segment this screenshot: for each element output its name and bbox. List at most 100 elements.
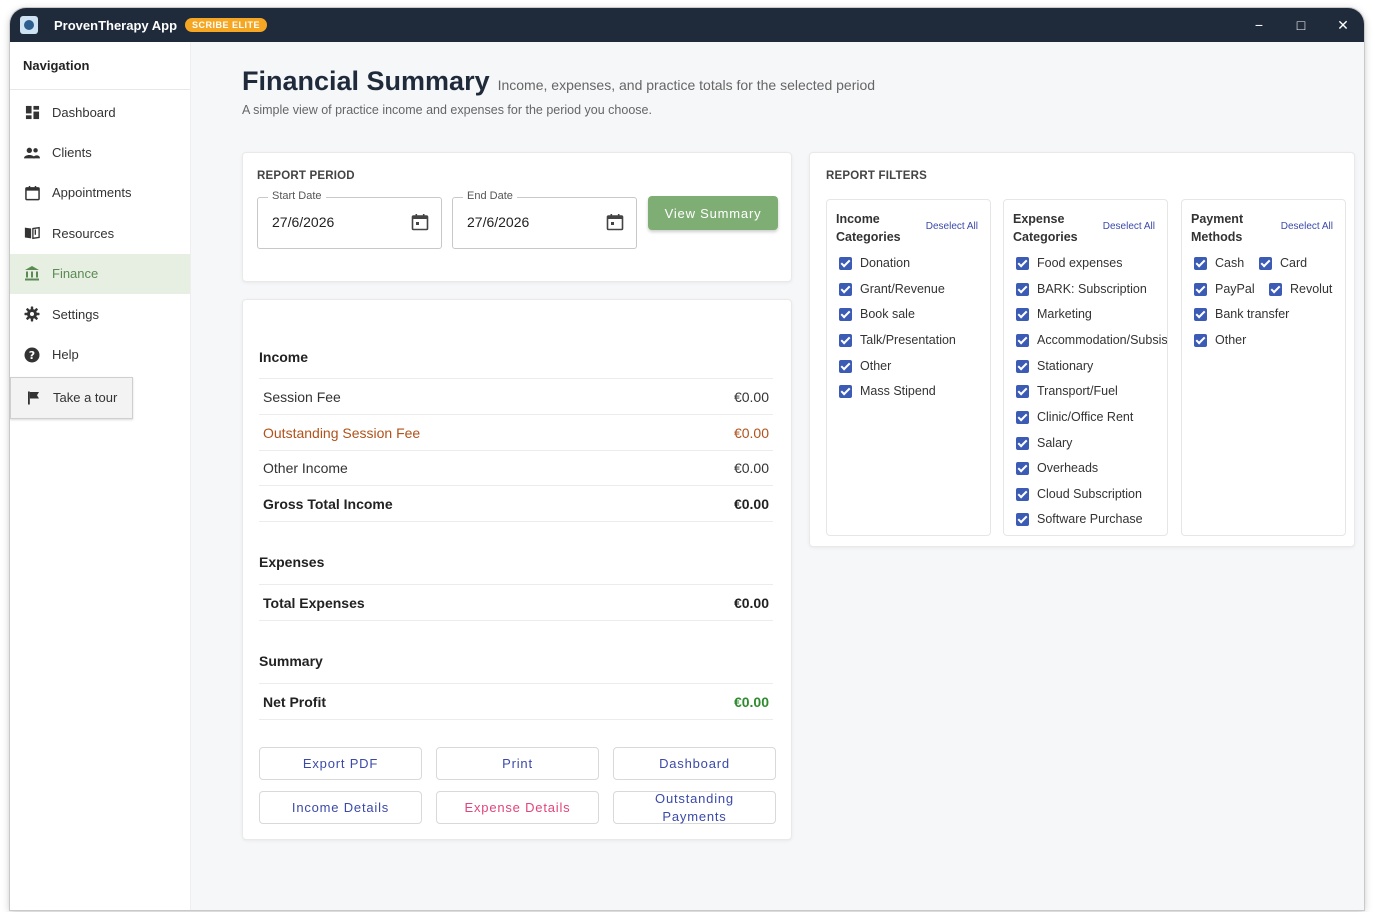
bank-icon [24,266,40,282]
filter-bank-transfer[interactable]: Bank transfer [1194,307,1289,321]
checkbox-checked[interactable] [839,256,852,270]
end-date-value: 27/6/2026 [467,214,530,230]
filter-income-other[interactable]: Other [839,359,891,373]
checkbox-checked[interactable] [1016,487,1029,501]
filter-paypal[interactable]: PayPal [1194,282,1255,296]
checkbox-checked[interactable] [839,384,852,398]
sidebar-item-label: Finance [52,266,99,282]
checkbox-checked[interactable] [1269,282,1282,296]
sidebar: Navigation Dashboard Clients Appointment… [10,42,191,910]
filter-bark-subscription[interactable]: BARK: Subscription [1016,282,1147,296]
filter-donation[interactable]: Donation [839,256,910,270]
sidebar-item-appointments[interactable]: Appointments [10,173,190,213]
checkbox-checked[interactable] [1016,307,1029,321]
filter-clinic-office-rent[interactable]: Clinic/Office Rent [1016,410,1133,424]
filter-mass-stipend[interactable]: Mass Stipend [839,384,936,398]
row-label: Net Profit [263,693,326,710]
checkbox-checked[interactable] [1016,461,1029,475]
checkbox-checked[interactable] [839,282,852,296]
sidebar-item-resources[interactable]: Resources [10,213,190,253]
expense-details-button[interactable]: Expense Details [436,791,599,824]
filter-salary[interactable]: Salary [1016,436,1072,450]
checkbox-checked[interactable] [1016,282,1029,296]
calendar-icon[interactable] [606,213,624,231]
filter-software-purchase[interactable]: Software Purchase [1016,512,1143,526]
calendar-icon[interactable] [411,213,429,231]
income-categories-title: Income Categories [836,210,901,246]
filter-label: Software Purchase [1037,512,1143,526]
checkbox-checked[interactable] [1016,333,1029,347]
income-row-other-income: Other Income €0.00 [259,450,773,486]
filter-label: Talk/Presentation [860,333,956,347]
row-label: Other Income [263,459,348,476]
checkbox-checked[interactable] [1259,256,1272,270]
filter-label: Book sale [860,307,915,321]
checkbox-checked[interactable] [1016,256,1029,270]
checkbox-checked[interactable] [1194,256,1207,270]
filter-label: Bank transfer [1215,307,1290,321]
sidebar-item-clients[interactable]: Clients [10,132,190,172]
filter-cloud-subscription[interactable]: Cloud Subscription [1016,487,1142,501]
end-date-label: End Date [463,190,517,202]
checkbox-checked[interactable] [839,359,852,373]
payment-methods-title: Payment Methods [1191,210,1243,246]
filter-marketing[interactable]: Marketing [1016,307,1092,321]
sidebar-item-settings[interactable]: Settings [10,294,190,334]
end-date-field[interactable]: End Date 27/6/2026 [452,190,637,249]
sidebar-item-dashboard[interactable]: Dashboard [10,92,190,132]
filter-label: Mass Stipend [860,384,936,398]
window-controls: − □ ✕ [1238,8,1364,42]
dashboard-button[interactable]: Dashboard [613,747,776,780]
payment-deselect-all-link[interactable]: Deselect All [1281,221,1333,232]
view-summary-button[interactable]: View Summary [648,196,778,230]
filter-overheads[interactable]: Overheads [1016,461,1098,475]
filter-stationary[interactable]: Stationary [1016,359,1093,373]
filter-transport-fuel[interactable]: Transport/Fuel [1016,384,1118,398]
close-button[interactable]: ✕ [1322,8,1364,42]
checkbox-checked[interactable] [1016,436,1029,450]
start-date-field[interactable]: Start Date 27/6/2026 [257,190,442,249]
filter-label: Salary [1037,436,1073,450]
row-label: Gross Total Income [263,495,393,512]
filter-food-expenses[interactable]: Food expenses [1016,256,1122,270]
expense-deselect-all-link[interactable]: Deselect All [1103,221,1155,232]
print-button[interactable]: Print [436,747,599,780]
filter-label: Other [860,359,892,373]
checkbox-checked[interactable] [1016,359,1029,373]
filter-grant-revenue[interactable]: Grant/Revenue [839,282,945,296]
checkbox-checked[interactable] [1194,282,1207,296]
filter-revolut[interactable]: Revolut [1269,282,1332,296]
filter-card[interactable]: Card [1259,256,1307,270]
take-tour-button[interactable]: Take a tour [10,376,133,419]
checkbox-checked[interactable] [1016,384,1029,398]
income-deselect-all-link[interactable]: Deselect All [926,221,978,232]
row-label: Outstanding Session Fee [263,424,421,441]
sidebar-item-help[interactable]: ? Help [10,334,190,374]
filter-accommodation[interactable]: Accommodation/Subsistence [1016,333,1167,347]
sidebar-item-finance[interactable]: Finance [10,253,190,294]
title-line: Payment [1191,212,1244,226]
export-pdf-button[interactable]: Export PDF [259,747,422,780]
income-details-button[interactable]: Income Details [259,791,422,824]
checkbox-checked[interactable] [1016,410,1029,424]
filter-label: Clinic/Office Rent [1037,410,1134,424]
title-line: Income [836,212,880,226]
checkbox-checked[interactable] [1194,333,1207,347]
title-line: Expense [1013,212,1065,226]
filter-label: Other [1215,333,1247,347]
summary-row-net-profit: Net Profit €0.00 [259,684,773,720]
filter-talk-presentation[interactable]: Talk/Presentation [839,333,956,347]
net-profit-value: €0.00 [733,693,769,710]
title-line: Categories [1013,230,1078,244]
checkbox-checked[interactable] [1194,307,1207,321]
checkbox-checked[interactable] [839,333,852,347]
filter-label: Stationary [1037,359,1094,373]
maximize-button[interactable]: □ [1280,8,1322,42]
filter-cash[interactable]: Cash [1194,256,1244,270]
checkbox-checked[interactable] [1016,512,1029,526]
filter-book-sale[interactable]: Book sale [839,307,915,321]
checkbox-checked[interactable] [839,307,852,321]
filter-payment-other[interactable]: Other [1194,333,1246,347]
outstanding-payments-button[interactable]: Outstanding Payments [613,791,776,824]
minimize-button[interactable]: − [1238,8,1280,42]
